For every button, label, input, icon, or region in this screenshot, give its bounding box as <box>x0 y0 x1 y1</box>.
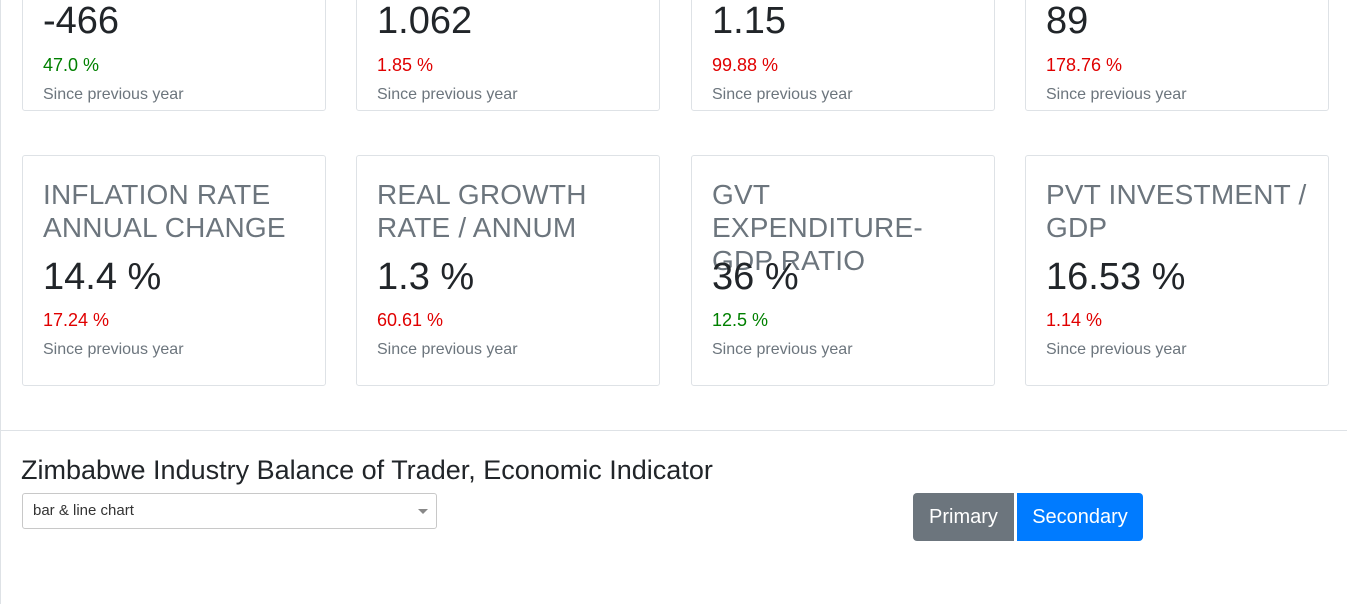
dashboard-page: -466 47.0 % Since previous year 1.062 1.… <box>0 0 1347 604</box>
indicator-cards-panel: -466 47.0 % Since previous year 1.062 1.… <box>0 0 1347 431</box>
real-growth-rate-card: REAL GROWTH RATE / ANNUM 1.3 % 60.61 % S… <box>356 155 660 386</box>
indicator-change: 1.85 % <box>377 55 434 75</box>
primary-button[interactable]: Primary <box>913 493 1014 541</box>
indicator-change: 178.76 % <box>1046 55 1123 75</box>
indicator-change: 12.5 % <box>712 310 769 330</box>
indicator-since-label: Since previous year <box>1046 86 1187 103</box>
chart-type-select[interactable]: bar & line chart <box>22 493 437 529</box>
indicator-since-label: Since previous year <box>1046 341 1187 358</box>
indicator-since-label: Since previous year <box>43 341 184 358</box>
chart-section: Zimbabwe Industry Balance of Trader, Eco… <box>0 431 1347 604</box>
indicator-title: REAL GROWTH RATE / ANNUM <box>377 179 587 243</box>
gvt-expenditure-card: GVT EXPENDITURE-GDP RATIO 36 % 12.5 % Si… <box>691 155 995 386</box>
chevron-down-icon <box>418 509 428 514</box>
chart-type-select-value: bar & line chart <box>33 502 134 519</box>
indicator-since-label: Since previous year <box>43 86 184 103</box>
indicator-value: 1.062 <box>377 0 473 42</box>
indicator-since-label: Since previous year <box>377 341 518 358</box>
indicator-value: 89 <box>1046 0 1089 42</box>
inflation-rate-card: INFLATION RATE ANNUAL CHANGE 14.4 % 17.2… <box>22 155 326 386</box>
indicator-since-label: Since previous year <box>377 86 518 103</box>
indicator-value: 36 % <box>712 256 799 298</box>
indicator-value: 1.15 <box>712 0 786 42</box>
indicator-change: 99.88 % <box>712 55 779 75</box>
indicator-title: PVT INVESTMENT / GDP <box>1046 179 1307 243</box>
indicator-card: -466 47.0 % Since previous year <box>22 0 326 111</box>
indicator-change: 60.61 % <box>377 310 444 330</box>
indicator-change: 47.0 % <box>43 55 100 75</box>
indicator-change: 1.14 % <box>1046 310 1103 330</box>
secondary-button[interactable]: Secondary <box>1017 493 1143 541</box>
indicator-value: -466 <box>43 0 120 42</box>
section-title: Zimbabwe Industry Balance of Trader, Eco… <box>21 455 713 485</box>
indicator-title: INFLATION RATE ANNUAL CHANGE <box>43 179 286 243</box>
pvt-investment-card: PVT INVESTMENT / GDP 16.53 % 1.14 % Sinc… <box>1025 155 1329 386</box>
indicator-card: 89 178.76 % Since previous year <box>1025 0 1329 111</box>
indicator-since-label: Since previous year <box>712 86 853 103</box>
indicator-card: 1.062 1.85 % Since previous year <box>356 0 660 111</box>
indicator-value: 1.3 % <box>377 256 475 298</box>
indicator-value: 14.4 % <box>43 256 162 298</box>
indicator-change: 17.24 % <box>43 310 110 330</box>
indicator-card: 1.15 99.88 % Since previous year <box>691 0 995 111</box>
indicator-since-label: Since previous year <box>712 341 853 358</box>
indicator-value: 16.53 % <box>1046 256 1186 298</box>
